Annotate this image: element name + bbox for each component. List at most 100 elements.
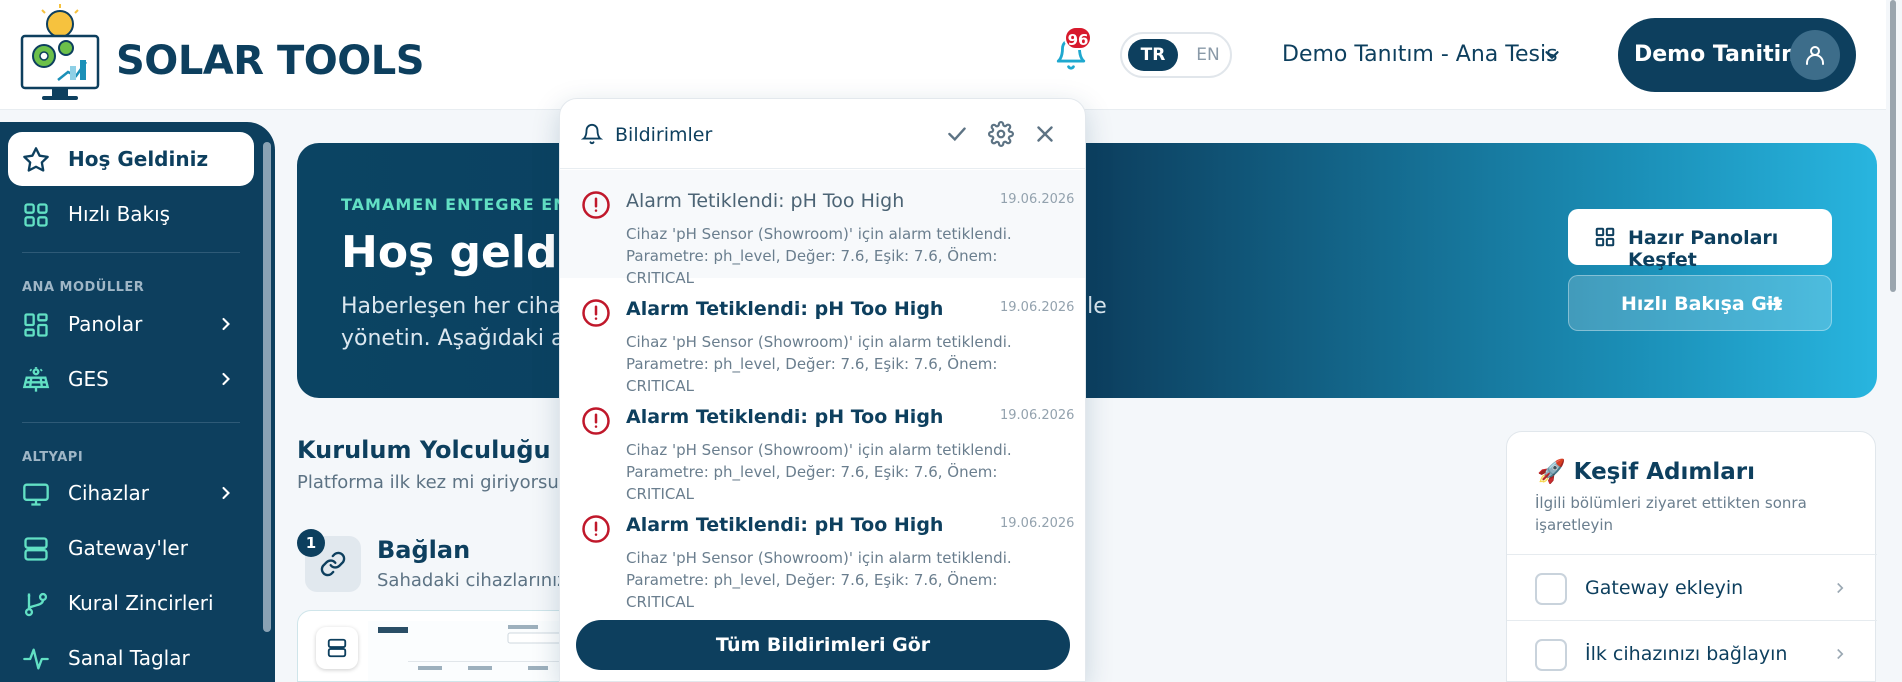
explore-checkbox[interactable]	[1535, 573, 1567, 605]
sidebar-item-label: Cihazlar	[68, 481, 149, 505]
explore-item-label: İlk cihazınızı bağlayın	[1585, 643, 1788, 665]
lang-en-button[interactable]: EN	[1190, 39, 1226, 71]
notification-date: 19.06.2026	[1000, 408, 1075, 423]
mark-all-read-check-icon[interactable]	[944, 121, 970, 147]
sidebar-section-main: ANA MODÜLLER	[22, 280, 145, 295]
chevron-right-icon	[1837, 582, 1844, 594]
settings-gear-icon[interactable]	[988, 121, 1014, 147]
sidebar-item-dashboards[interactable]: Panolar	[8, 297, 254, 351]
notification-item[interactable]: Alarm Tetiklendi: pH Too High 19.06.2026…	[560, 386, 1085, 503]
explore-item-label: Gateway ekleyin	[1585, 577, 1744, 599]
go-quick-view-button[interactable]: Hızlı Bakışa Git	[1568, 275, 1832, 331]
notification-line1: Cihaz 'pH Sensor (Showroom)' için alarm …	[626, 441, 1012, 459]
server-icon	[327, 638, 347, 658]
notification-title: Alarm Tetiklendi: pH Too High	[626, 406, 944, 428]
dashboard-icon	[24, 313, 48, 337]
notification-body: Cihaz 'pH Sensor (Showroom)' için alarm …	[626, 547, 1066, 613]
notifications-panel: Bildirimler Alarm Tetiklendi: pH Too Hig…	[559, 98, 1086, 682]
git-branch-icon	[24, 592, 48, 617]
chevron-right-icon	[222, 486, 230, 500]
notification-item[interactable]: Alarm Tetiklendi: pH Too High 19.06.2026…	[560, 278, 1085, 395]
sidebar-item-ges[interactable]: GES	[8, 352, 254, 406]
step-description: Sahadaki cihazlarınızı	[377, 570, 572, 591]
journey-subtitle: Platforma ilk kez mi giriyorsunuz	[297, 472, 592, 493]
chevron-right-icon	[222, 317, 230, 331]
bell-icon	[581, 124, 603, 145]
solar-tools-logo[interactable]	[20, 4, 100, 106]
go-quick-view-label: Hızlı Bakışa Git	[1621, 293, 1783, 315]
journey-title: Kurulum Yolculuğu	[297, 436, 551, 464]
language-toggle: TR EN	[1120, 32, 1232, 78]
activity-icon	[23, 648, 49, 670]
notification-date: 19.06.2026	[1000, 192, 1075, 207]
page-scrollbar[interactable]	[1890, 0, 1896, 292]
view-all-notifications-button[interactable]: Tüm Bildirimleri Gör	[576, 620, 1070, 670]
top-header: SOLAR TOOLS 96 TR EN Demo Tanıtım - Ana …	[0, 0, 1886, 110]
notification-item[interactable]: Alarm Tetiklendi: pH Too High 19.06.2026…	[560, 494, 1085, 611]
chevron-right-icon	[222, 372, 230, 386]
close-icon[interactable]	[1032, 121, 1058, 147]
arrow-right-icon	[1766, 297, 1782, 311]
avatar	[1790, 30, 1840, 80]
explore-title-text: Keşif Adımları	[1573, 459, 1756, 485]
step-title: Bağlan	[377, 536, 471, 564]
user-menu-button[interactable]: Demo Tanitim	[1618, 18, 1856, 92]
explore-item-gateway[interactable]: Gateway ekleyin	[1507, 554, 1877, 620]
notification-line1: Cihaz 'pH Sensor (Showroom)' için alarm …	[626, 549, 1012, 567]
alert-circle-icon	[582, 515, 610, 543]
alert-circle-icon	[582, 407, 610, 435]
sidebar-item-quick-view[interactable]: Hızlı Bakış	[8, 187, 254, 241]
sidebar-scrollbar[interactable]	[263, 142, 271, 632]
user-name: Demo Tanitim	[1634, 42, 1805, 67]
facility-selector[interactable]: Demo Tanıtım - Ana Tesis	[1282, 42, 1558, 67]
notification-line1: Cihaz 'pH Sensor (Showroom)' için alarm …	[626, 225, 1012, 243]
alert-circle-icon	[582, 191, 610, 219]
notification-title: Alarm Tetiklendi: pH Too High	[626, 190, 905, 212]
link-icon	[320, 551, 346, 577]
notifications-title: Bildirimler	[615, 124, 713, 146]
explore-dashboards-button[interactable]: Hazır Panoları Keşfet	[1568, 209, 1832, 271]
notification-title: Alarm Tetiklendi: pH Too High	[626, 298, 944, 320]
sidebar-divider	[22, 422, 240, 423]
grid-icon	[24, 203, 48, 227]
preview-server-icon-box	[316, 627, 358, 669]
sidebar-item-label: Hoş Geldiniz	[68, 147, 209, 171]
sidebar-item-virtual-tags[interactable]: Sanal Taglar	[8, 631, 254, 682]
notification-count-badge: 96	[1064, 26, 1092, 50]
welcome-hero: TAMAMEN ENTEGRE ENE Hoş geldiniz Haberle…	[297, 143, 1877, 398]
sidebar-item-label: Hızlı Bakış	[68, 202, 171, 226]
explore-item-first-device[interactable]: İlk cihazınızı bağlayın	[1507, 620, 1877, 682]
explore-dashboards-label: Hazır Panoları Keşfet	[1628, 227, 1779, 271]
sidebar-section-infra: ALTYAPI	[22, 450, 84, 465]
hero-desc-start: Haberleşen her cihazı t	[341, 294, 596, 319]
sidebar-item-rule-chains[interactable]: Kural Zincirleri	[8, 576, 254, 630]
sidebar-item-gateways[interactable]: Gateway'ler	[8, 521, 254, 575]
sidebar-divider	[22, 252, 240, 253]
sidebar-item-label: Sanal Taglar	[68, 646, 190, 670]
step-number-badge: 1	[297, 529, 325, 557]
explore-checkbox[interactable]	[1535, 639, 1567, 671]
sidebar-item-label: Panolar	[68, 312, 143, 336]
hero-kicker: TAMAMEN ENTEGRE ENE	[341, 195, 580, 214]
sidebar-item-label: Kural Zincirleri	[68, 591, 214, 615]
server-icon	[24, 537, 48, 561]
notification-line2: Parametre: ph_level, Değer: 7.6, Eşik: 7…	[626, 571, 998, 611]
notification-item[interactable]: Alarm Tetiklendi: pH Too High 19.06.2026…	[560, 170, 1085, 287]
sidebar: Hoş Geldiniz Hızlı Bakış ANA MODÜLLER Pa…	[0, 122, 275, 682]
explore-title: 🚀 Keşif Adımları	[1537, 458, 1755, 485]
notification-title: Alarm Tetiklendi: pH Too High	[626, 514, 944, 536]
monitor-icon	[23, 483, 49, 506]
chevron-down-icon[interactable]	[1541, 44, 1563, 66]
sidebar-item-welcome[interactable]: Hoş Geldiniz	[8, 132, 254, 186]
sidebar-item-label: Gateway'ler	[68, 536, 188, 560]
lang-tr-button[interactable]: TR	[1128, 39, 1178, 71]
chevron-right-icon	[1837, 648, 1844, 660]
alert-circle-icon	[582, 299, 610, 327]
sidebar-item-devices[interactable]: Cihazlar	[8, 466, 254, 520]
notifications-header: Bildirimler	[560, 99, 1085, 169]
explore-steps-card: 🚀 Keşif Adımları İlgili bölümleri ziyare…	[1506, 431, 1877, 682]
explore-subtitle: İlgili bölümleri ziyaret ettikten sonra …	[1535, 494, 1807, 534]
grid-icon	[1595, 227, 1615, 247]
solar-panel-icon	[22, 367, 50, 392]
logo-text: SOLAR TOOLS	[116, 38, 425, 84]
